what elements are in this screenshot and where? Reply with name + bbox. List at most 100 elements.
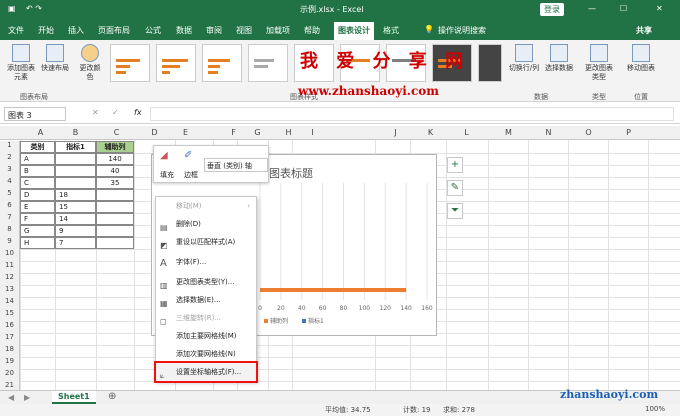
column-header[interactable]: N xyxy=(528,128,569,137)
chart-styles-brush-icon[interactable]: ✎ xyxy=(447,180,463,196)
cell-metric1[interactable]: 14 xyxy=(55,213,96,225)
legend-label[interactable]: 指标1 xyxy=(308,317,324,325)
move-chart-button[interactable]: 移动图表 xyxy=(624,44,658,73)
chart-style-2[interactable] xyxy=(156,44,196,82)
cell-category[interactable]: C xyxy=(20,177,55,189)
tab-data[interactable]: 数据 xyxy=(176,25,192,36)
insert-function-button[interactable]: fx xyxy=(134,108,142,117)
tab-help[interactable]: 帮助 xyxy=(304,25,320,36)
row-header[interactable]: 9 xyxy=(0,237,20,249)
row-header[interactable]: 17 xyxy=(0,333,20,345)
menu-item-font[interactable]: A 字体(F)... xyxy=(156,253,256,271)
cell-helper[interactable]: 140 xyxy=(96,153,134,165)
change-colors-button[interactable]: 更改颜色 xyxy=(78,44,102,82)
cell-metric1[interactable] xyxy=(55,165,96,177)
row-header[interactable]: 19 xyxy=(0,357,20,369)
tab-format[interactable]: 格式 xyxy=(383,25,399,36)
cell-category[interactable]: G xyxy=(20,225,55,237)
cell-helper[interactable] xyxy=(96,189,134,201)
cell-header-metric1[interactable]: 指标1 xyxy=(55,141,96,153)
cell-metric1[interactable] xyxy=(55,153,96,165)
row-header[interactable]: 6 xyxy=(0,201,20,213)
cell-helper[interactable] xyxy=(96,225,134,237)
fill-bucket-icon[interactable]: ◢ xyxy=(160,150,168,161)
tab-formulas[interactable]: 公式 xyxy=(145,25,161,36)
zoom-level[interactable]: 100% xyxy=(645,405,665,413)
minimize-icon[interactable]: — xyxy=(588,4,596,13)
add-chart-element-button[interactable]: 添加图表元素 xyxy=(4,44,38,82)
row-header[interactable]: 14 xyxy=(0,297,20,309)
row-header[interactable]: 15 xyxy=(0,309,20,321)
undo-redo-icons[interactable]: ↶ ↷ xyxy=(26,4,42,13)
cell-metric1[interactable] xyxy=(55,177,96,189)
cell-metric1[interactable]: 15 xyxy=(55,201,96,213)
menu-item-delete[interactable]: ▤ 删除(D) xyxy=(156,215,256,233)
save-icon[interactable]: ▣ xyxy=(8,4,16,13)
menu-item-format-axis[interactable]: ⟀ 设置坐标轴格式(F)... xyxy=(154,361,258,383)
cell-header-category[interactable]: 类别 xyxy=(20,141,55,153)
row-header[interactable]: 12 xyxy=(0,273,20,285)
name-box[interactable]: 图表 3 xyxy=(4,107,66,121)
bar-helper-series[interactable] xyxy=(260,288,407,292)
legend-label[interactable]: 辅助列 xyxy=(270,317,288,325)
cell-category[interactable]: F xyxy=(20,213,55,225)
column-header[interactable]: I xyxy=(292,128,333,137)
row-header[interactable]: 18 xyxy=(0,345,20,357)
chart-elements-plus-icon[interactable]: + xyxy=(447,157,463,173)
cell-category[interactable]: D xyxy=(20,189,55,201)
menu-item-reset-style[interactable]: ◩ 重设以匹配样式(A) xyxy=(156,233,256,251)
chart-style-4[interactable] xyxy=(248,44,288,82)
add-sheet-icon[interactable]: ⊕ xyxy=(108,391,116,402)
row-header[interactable]: 7 xyxy=(0,213,20,225)
tab-home[interactable]: 开始 xyxy=(38,25,54,36)
column-header[interactable]: P xyxy=(608,128,649,137)
switch-row-column-button[interactable]: 切换行/列 xyxy=(506,44,542,73)
change-chart-type-button[interactable]: 更改图表类型 xyxy=(584,44,614,82)
menu-item-select-data[interactable]: ▦ 选择数据(E)... xyxy=(156,291,256,309)
cell-metric1[interactable]: 18 xyxy=(55,189,96,201)
cancel-icon[interactable]: ✕ xyxy=(92,108,99,117)
row-header[interactable]: 13 xyxy=(0,285,20,297)
tab-page-layout[interactable]: 页面布局 xyxy=(98,25,130,36)
cell-header-helper[interactable]: 辅助列 xyxy=(96,141,134,153)
column-header[interactable]: C xyxy=(96,128,137,137)
fill-button[interactable]: 填充 xyxy=(160,170,174,180)
column-header[interactable]: L xyxy=(446,128,487,137)
row-header[interactable]: 5 xyxy=(0,189,20,201)
tab-review[interactable]: 审阅 xyxy=(206,25,222,36)
cell-metric1[interactable]: 9 xyxy=(55,225,96,237)
tab-file[interactable]: 文件 xyxy=(8,25,24,36)
row-header[interactable]: 2 xyxy=(0,153,20,165)
tab-chart-design[interactable]: 图表设计 xyxy=(334,22,374,40)
column-header[interactable]: M xyxy=(488,128,529,137)
row-header[interactable]: 1 xyxy=(0,141,20,153)
chart-filter-icon[interactable]: ⏷ xyxy=(447,203,463,219)
close-icon[interactable]: ✕ xyxy=(656,4,663,13)
scroll-right-icon[interactable]: ▶ xyxy=(24,393,30,402)
row-header[interactable]: 20 xyxy=(0,369,20,381)
scroll-left-icon[interactable]: ◀ xyxy=(8,393,14,402)
quick-layout-button[interactable]: 快速布局 xyxy=(38,44,72,73)
cell-helper[interactable] xyxy=(96,237,134,249)
tab-insert[interactable]: 插入 xyxy=(68,25,84,36)
tab-view[interactable]: 视图 xyxy=(236,25,252,36)
column-header[interactable]: B xyxy=(55,128,96,137)
border-pen-icon[interactable]: ✐ xyxy=(184,150,192,161)
menu-item-add-major-gridlines[interactable]: 添加主要网格线(M) xyxy=(156,327,256,345)
cell-helper[interactable] xyxy=(96,213,134,225)
row-header[interactable]: 4 xyxy=(0,177,20,189)
formula-input[interactable] xyxy=(150,107,674,121)
cell-helper[interactable] xyxy=(96,201,134,213)
chart-style-3[interactable] xyxy=(202,44,242,82)
login-button[interactable]: 登录 xyxy=(540,3,564,16)
share-button[interactable]: 共享 xyxy=(636,25,652,36)
cell-category[interactable]: E xyxy=(20,201,55,213)
row-header[interactable]: 16 xyxy=(0,321,20,333)
row-header[interactable]: 11 xyxy=(0,261,20,273)
column-header[interactable]: O xyxy=(568,128,609,137)
enter-icon[interactable]: ✓ xyxy=(112,108,119,117)
cell-category[interactable]: H xyxy=(20,237,55,249)
tab-addins[interactable]: 加载项 xyxy=(266,25,290,36)
column-header[interactable]: E xyxy=(165,128,206,137)
cell-category[interactable]: B xyxy=(20,165,55,177)
